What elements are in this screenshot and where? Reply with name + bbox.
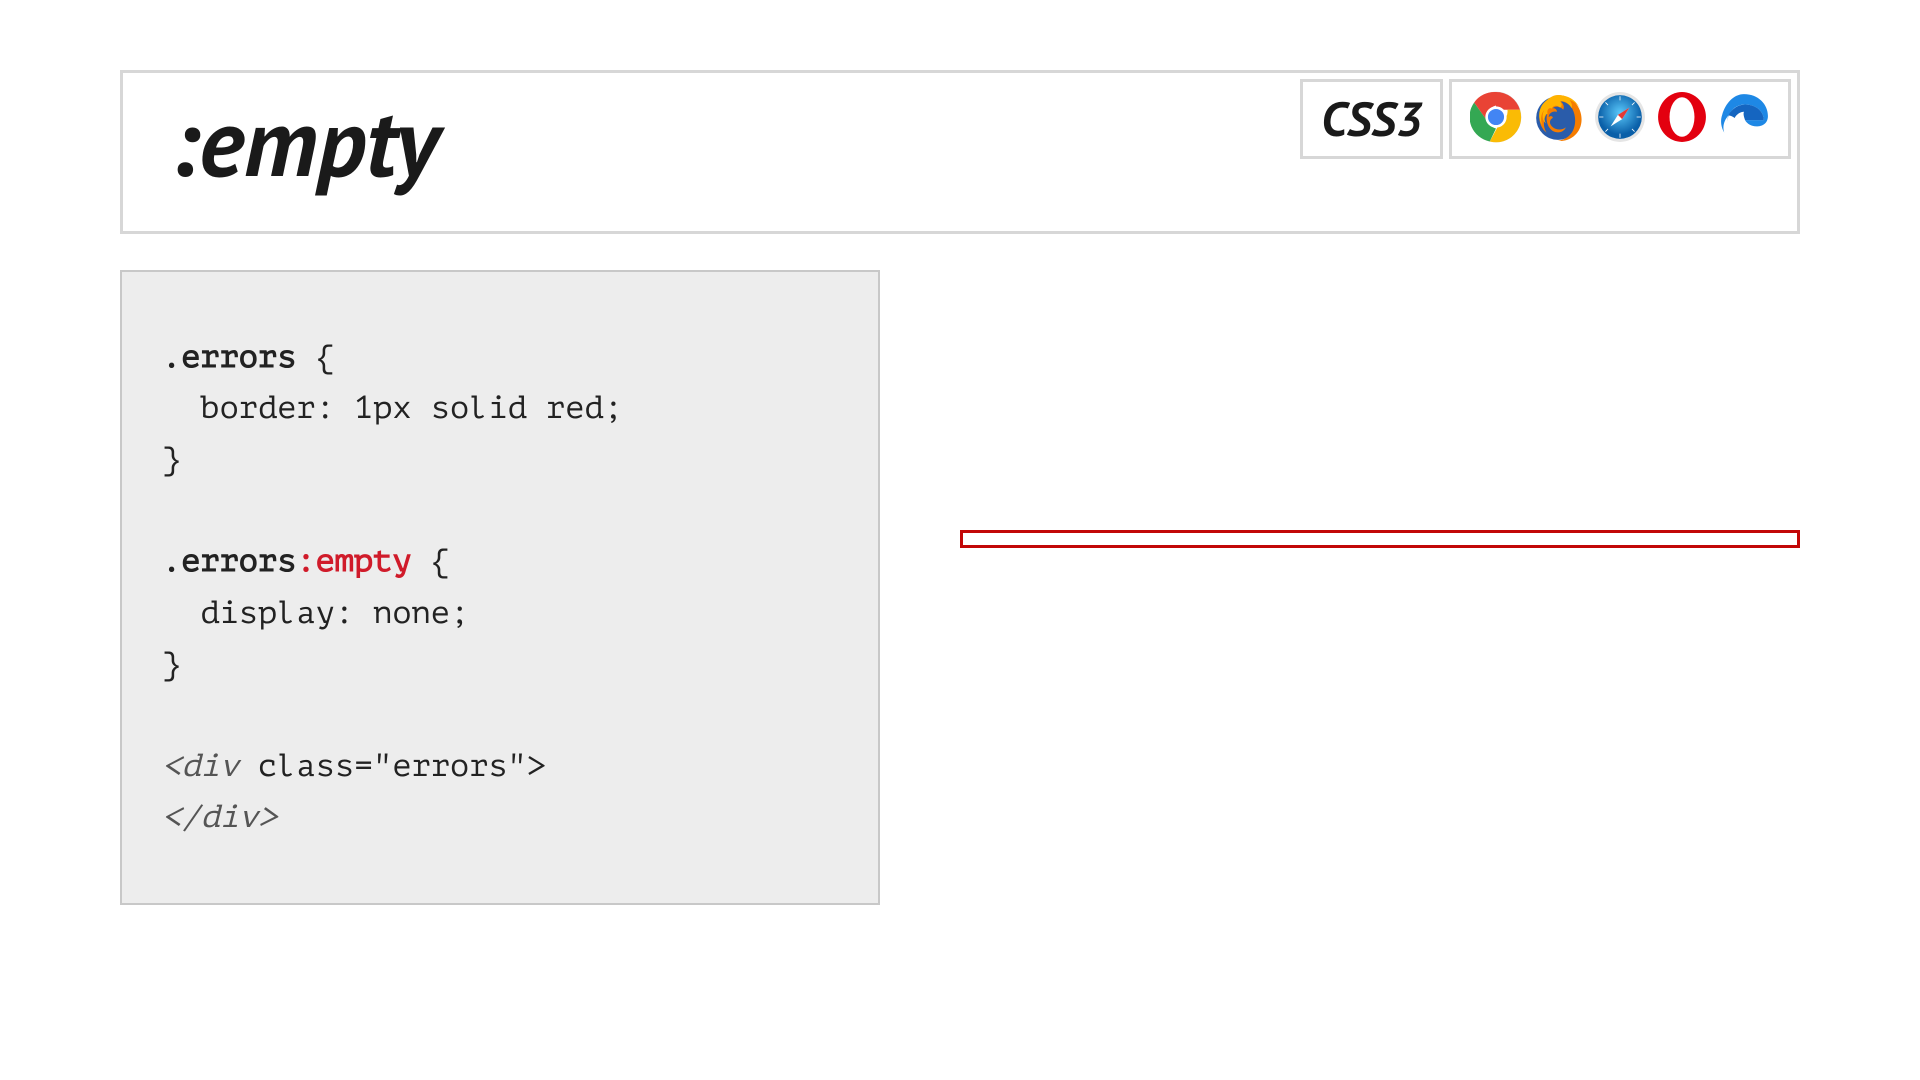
slide-body: .errors { border: 1px solid red; } .erro… [120,270,1800,906]
opera-icon [1656,91,1708,148]
spec-badge: CSS3 [1300,79,1443,159]
demo-area [960,270,1800,548]
code-html-close-tag: </div> [162,799,277,835]
code-rule-2: display: none; [162,595,469,631]
code-html-open-tag: <div [162,748,239,784]
code-rule-1: border: 1px solid red; [162,390,623,426]
errors-div-demo [960,530,1800,548]
header-card: :empty CSS3 [120,70,1800,234]
browser-support-badge [1449,79,1791,159]
edge-icon [1718,91,1770,148]
code-html-attr: class="errors"> [239,748,546,784]
slide: :empty CSS3 [0,0,1920,1080]
badge-wrap: CSS3 [1300,79,1791,159]
code-selector-2a: .errors [162,543,296,579]
code-example: .errors { border: 1px solid red; } .erro… [120,270,880,906]
firefox-icon [1532,91,1584,148]
code-selector-1: .errors [162,339,296,375]
code-selector-2b: :empty [296,543,411,579]
slide-title: :empty [129,79,1300,225]
chrome-icon [1470,91,1522,148]
safari-icon [1594,91,1646,148]
